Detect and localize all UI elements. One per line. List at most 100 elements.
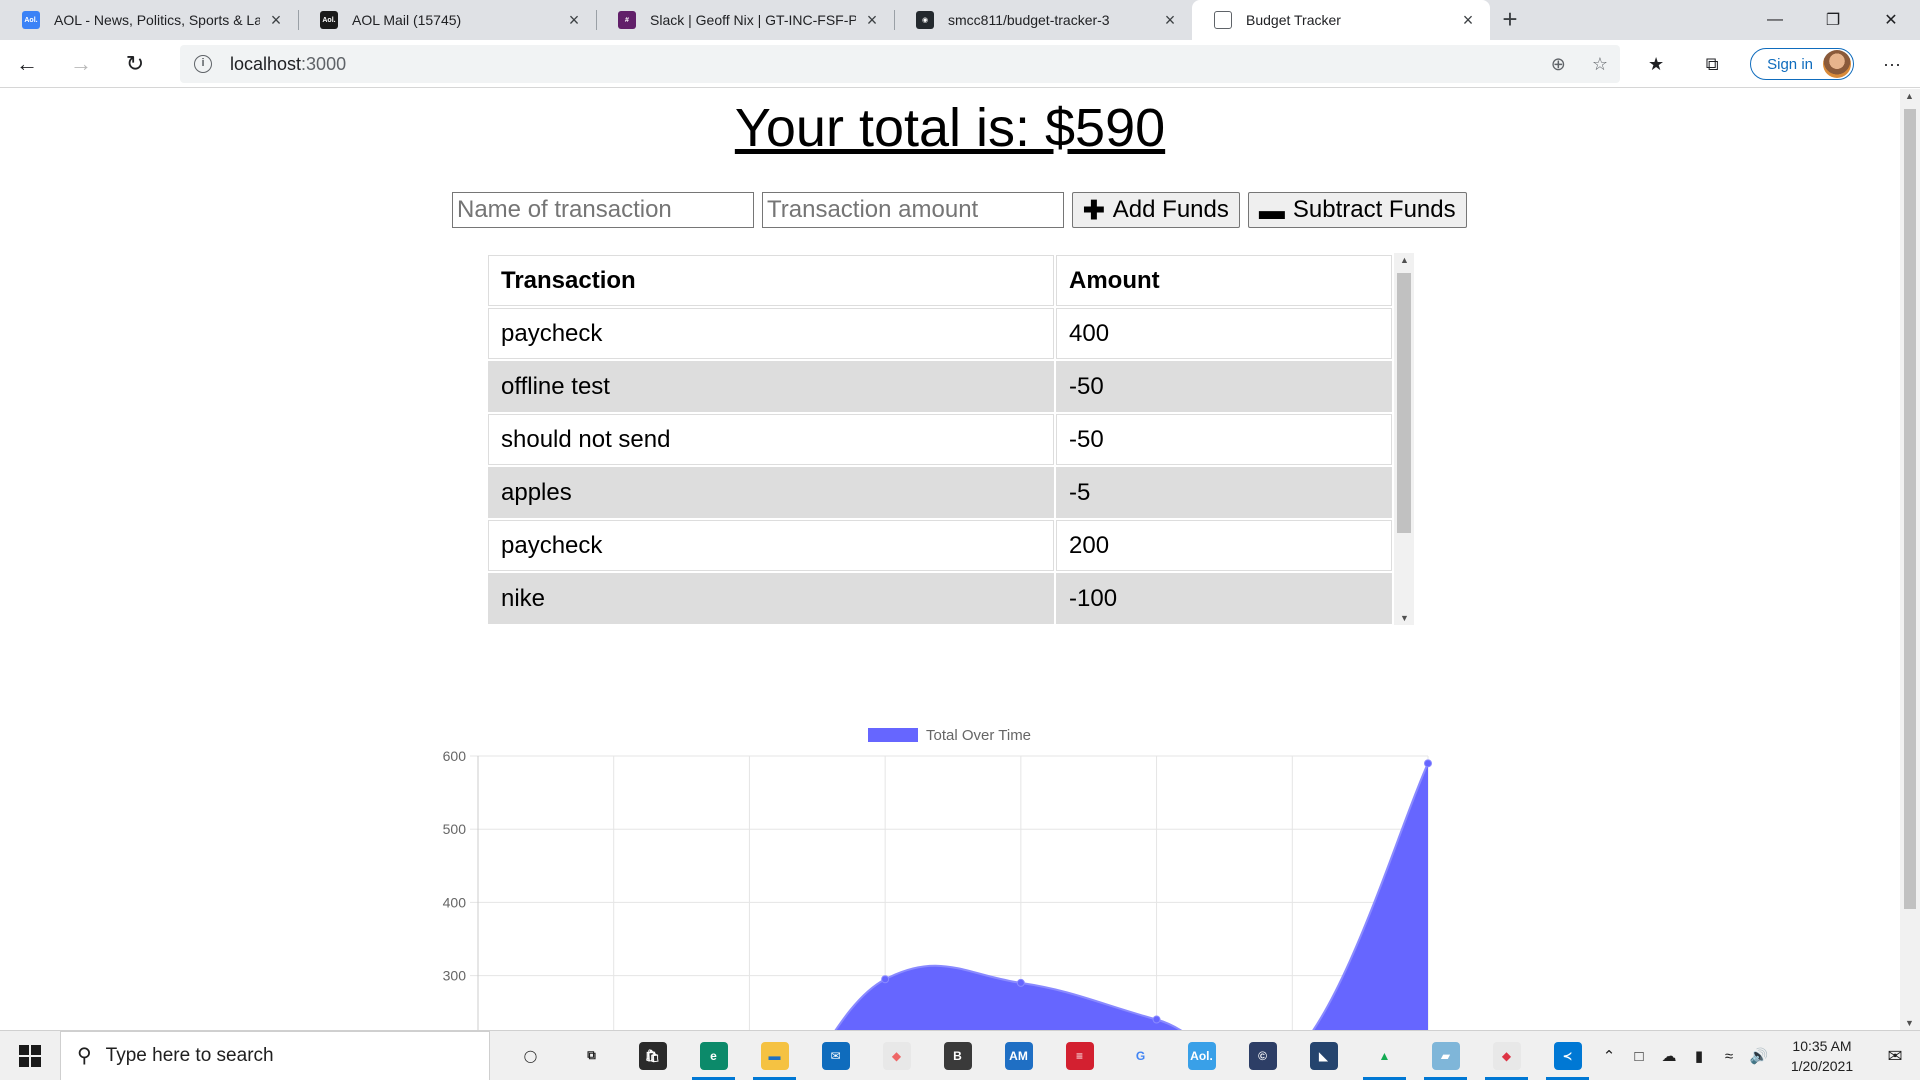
legend-swatch: [868, 728, 918, 742]
new-tab-icon[interactable]: +: [1490, 0, 1530, 40]
address-bar[interactable]: i localhost:3000 ⊕ ☆: [180, 45, 1620, 83]
aol-mail-icon: Aol.: [320, 11, 338, 29]
data-point: [1152, 1015, 1161, 1024]
refresh-icon[interactable]: ↻: [108, 44, 162, 84]
transaction-amount-cell: -5: [1056, 467, 1392, 518]
tab-close-icon[interactable]: ×: [1458, 10, 1478, 30]
page-viewport: Your total is: $590 ✚Add Funds ▬Subtract…: [0, 89, 1900, 1030]
amex-icon: AM: [1004, 1041, 1033, 1070]
browser-tab[interactable]: Aol. AOL - News, Politics, Sports & La ×: [0, 0, 298, 40]
table-row: paycheck 200: [488, 520, 1392, 571]
browser-tab[interactable]: Budget Tracker ×: [1192, 0, 1490, 40]
notifications-icon[interactable]: ✉: [1870, 1046, 1920, 1067]
subtract-funds-button[interactable]: ▬ Subtract Funds: [1247, 192, 1467, 228]
area-fill-total-over-time: [835, 763, 1428, 1030]
transaction-name-cell: offline test: [488, 361, 1054, 412]
taskbar-app[interactable]: e: [683, 1031, 744, 1080]
table-scroll-thumb[interactable]: [1397, 273, 1411, 533]
taskbar-app[interactable]: ▰: [1415, 1031, 1476, 1080]
windows-start-icon[interactable]: [0, 1031, 60, 1080]
browser-tab[interactable]: # Slack | Geoff Nix | GT-INC-FSF-PT ×: [596, 0, 894, 40]
address-toolbar: ← → ↻ i localhost:3000 ⊕ ☆ ★ ⧉ Sign in ·…: [0, 40, 1920, 88]
taskbar-app[interactable]: ▲: [1354, 1031, 1415, 1080]
tab-close-icon[interactable]: ×: [266, 10, 286, 30]
transaction-name-cell: apples: [488, 467, 1054, 518]
sign-in-button[interactable]: Sign in: [1750, 48, 1854, 80]
y-tick-label: 500: [443, 821, 467, 837]
taskbar-app[interactable]: ◯: [500, 1031, 561, 1080]
data-point: [1424, 759, 1432, 768]
transaction-amount-input[interactable]: [762, 192, 1064, 228]
minimize-icon[interactable]: —: [1746, 0, 1804, 40]
onedrive-icon[interactable]: ☁: [1654, 1047, 1684, 1065]
restore-icon[interactable]: ❐: [1804, 0, 1862, 40]
total-heading: Your total is: $590: [734, 98, 1166, 158]
taskbar-app[interactable]: 🛍: [622, 1031, 683, 1080]
taskbar-app[interactable]: ≺: [1537, 1031, 1598, 1080]
back-icon[interactable]: ←: [0, 44, 54, 84]
transaction-form: ✚Add Funds ▬Subtract Funds: [452, 192, 1467, 228]
transaction-amount-cell: -100: [1056, 573, 1392, 624]
transaction-name-input[interactable]: [452, 192, 754, 228]
add-funds-button[interactable]: ✚ Add Funds: [1072, 192, 1240, 228]
tab-close-icon[interactable]: ×: [564, 10, 584, 30]
taskbar-apps: ◯ ⧉ 🛍 e ▬ ✉ ◆ B AM ≡ G Aol. © ◣ ▲ ▰ ◆ ≺: [500, 1031, 1598, 1080]
meet-now-icon[interactable]: □: [1624, 1048, 1654, 1065]
tab-title: smcc811/budget-tracker-3: [948, 12, 1110, 28]
taskbar-app[interactable]: B: [927, 1031, 988, 1080]
page-scrollbar[interactable]: ▲ ▼: [1900, 89, 1920, 1030]
battery-icon[interactable]: ▮: [1684, 1047, 1714, 1065]
page-scroll-down-icon[interactable]: ▼: [1905, 1018, 1914, 1028]
transaction-amount-cell: -50: [1056, 414, 1392, 465]
avatar: [1823, 50, 1851, 78]
favorites-icon[interactable]: ★: [1628, 54, 1684, 75]
taskbar-app[interactable]: ◆: [1476, 1031, 1537, 1080]
table-row: nike -100: [488, 573, 1392, 624]
site-info-icon[interactable]: i: [194, 55, 212, 73]
scroll-up-icon[interactable]: ▲: [1400, 255, 1409, 265]
scroll-down-icon[interactable]: ▼: [1400, 613, 1409, 623]
taskbar-search-box[interactable]: ⚲ Type here to search: [60, 1030, 490, 1080]
forward-icon[interactable]: →: [54, 44, 108, 84]
tab-close-icon[interactable]: ×: [1160, 10, 1180, 30]
collections-icon[interactable]: ⧉: [1684, 54, 1740, 75]
taskbar-app[interactable]: AM: [988, 1031, 1049, 1080]
more-menu-icon[interactable]: ···: [1864, 54, 1920, 75]
browser-tab[interactable]: ◉ smcc811/budget-tracker-3 ×: [894, 0, 1192, 40]
table-row: offline test -50: [488, 361, 1392, 412]
taskbar-app[interactable]: ✉: [805, 1031, 866, 1080]
tab-close-icon[interactable]: ×: [862, 10, 882, 30]
page-scroll-thumb[interactable]: [1904, 109, 1916, 909]
taskbar-app[interactable]: ©: [1232, 1031, 1293, 1080]
slack-icon: #: [618, 11, 636, 29]
taskbar-app[interactable]: ◆: [866, 1031, 927, 1080]
favorite-star-icon[interactable]: ☆: [1592, 54, 1608, 75]
close-window-icon[interactable]: ✕: [1862, 0, 1920, 40]
aol-icon: Aol.: [22, 11, 40, 29]
taskbar-app[interactable]: ⧉: [561, 1031, 622, 1080]
taskbar-app[interactable]: Aol.: [1171, 1031, 1232, 1080]
table-row: paycheck 400: [488, 308, 1392, 359]
volume-icon[interactable]: 🔊: [1744, 1047, 1774, 1065]
transaction-amount-cell: 400: [1056, 308, 1392, 359]
column-header-transaction: Transaction: [488, 255, 1054, 306]
taskbar-app[interactable]: ≡: [1049, 1031, 1110, 1080]
url-text[interactable]: localhost:3000: [230, 54, 346, 75]
mail-icon: ✉: [821, 1041, 850, 1070]
wifi-icon[interactable]: ≈: [1714, 1048, 1744, 1065]
taskbar-app[interactable]: ▬: [744, 1031, 805, 1080]
taskbar-app[interactable]: ◣: [1293, 1031, 1354, 1080]
page-scroll-up-icon[interactable]: ▲: [1905, 91, 1914, 101]
cortana-icon: ◯: [523, 1048, 538, 1063]
vscode-icon: ≺: [1553, 1041, 1582, 1070]
taskbar-app[interactable]: G: [1110, 1031, 1171, 1080]
transactions-table-container[interactable]: Transaction Amount paycheck 400 offline te…: [486, 253, 1414, 625]
taskbar-clock[interactable]: 10:35 AM 1/20/2021: [1774, 1036, 1870, 1076]
browser-tab[interactable]: Aol. AOL Mail (15745) ×: [298, 0, 596, 40]
table-scrollbar[interactable]: ▲ ▼: [1394, 253, 1414, 625]
gitkraken-icon: ◆: [882, 1041, 911, 1070]
y-tick-label: 600: [443, 748, 467, 764]
add-to-collection-icon[interactable]: ⊕: [1551, 54, 1566, 75]
transaction-name-cell: paycheck: [488, 520, 1054, 571]
show-hidden-icons-icon[interactable]: ⌃: [1594, 1047, 1624, 1065]
